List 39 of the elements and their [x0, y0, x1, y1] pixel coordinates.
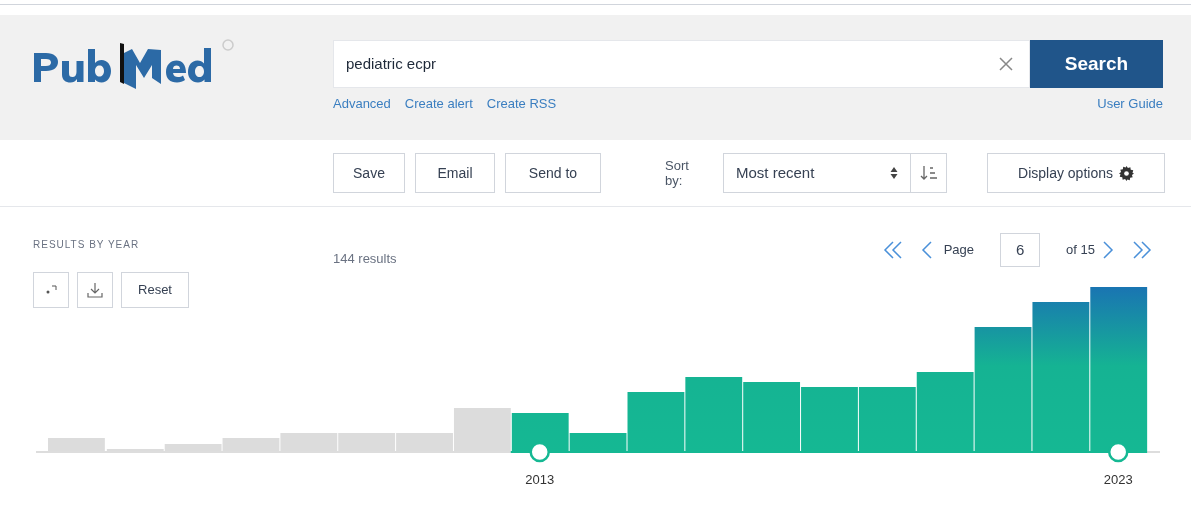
settings-icon	[1118, 165, 1134, 181]
section-title: RESULTS BY YEAR	[33, 238, 141, 252]
toolbar-button[interactable]: Email	[415, 153, 495, 193]
download-icon	[87, 282, 103, 298]
last-page-icon[interactable]	[1131, 240, 1153, 260]
histogram-bar[interactable]	[1032, 302, 1090, 451]
results-count: 144 results	[333, 250, 397, 268]
toolbar-button[interactable]: Send to	[505, 153, 601, 193]
range-handle[interactable]	[1107, 441, 1129, 463]
display-options-button[interactable]: Display options	[987, 153, 1165, 193]
updown-icon	[890, 166, 898, 180]
page-field[interactable]: 6	[1000, 233, 1041, 267]
close-icon[interactable]	[997, 55, 1015, 73]
search-link[interactable]: Advanced	[333, 94, 391, 114]
user-guide-link[interactable]: User Guide	[1097, 94, 1163, 114]
page-count: of 15	[1066, 241, 1095, 260]
sort-label: Sort by:	[665, 158, 690, 188]
expand-button[interactable]	[33, 272, 69, 308]
toolbar-button[interactable]: Save	[333, 153, 405, 193]
histogram-bar[interactable]	[1090, 287, 1148, 451]
range-handle[interactable]	[529, 441, 550, 463]
sort-order-icon	[919, 165, 938, 181]
previous-page-icon[interactable]	[919, 240, 934, 260]
sort-order-button[interactable]	[911, 153, 947, 193]
range-start-label: 2013	[525, 472, 555, 487]
next-page-icon[interactable]	[1101, 240, 1115, 260]
range-end-label: 2023	[1103, 472, 1133, 487]
reset-button[interactable]: Reset	[121, 272, 189, 308]
search-button[interactable]: Search	[1030, 40, 1163, 88]
first-page-icon[interactable]	[881, 240, 904, 260]
search-link[interactable]: Create alert	[404, 94, 473, 114]
search-link[interactable]: Create RSS	[486, 94, 557, 114]
histogram-bar[interactable]	[974, 327, 1032, 451]
sort-select[interactable]: Most recent	[723, 153, 911, 193]
search-field[interactable]: pediatric ecpr	[333, 40, 1030, 88]
histogram-bar[interactable]	[511, 413, 569, 451]
download-button[interactable]	[77, 272, 113, 308]
expand-icon	[45, 285, 57, 295]
page-label: Page	[943, 241, 975, 260]
